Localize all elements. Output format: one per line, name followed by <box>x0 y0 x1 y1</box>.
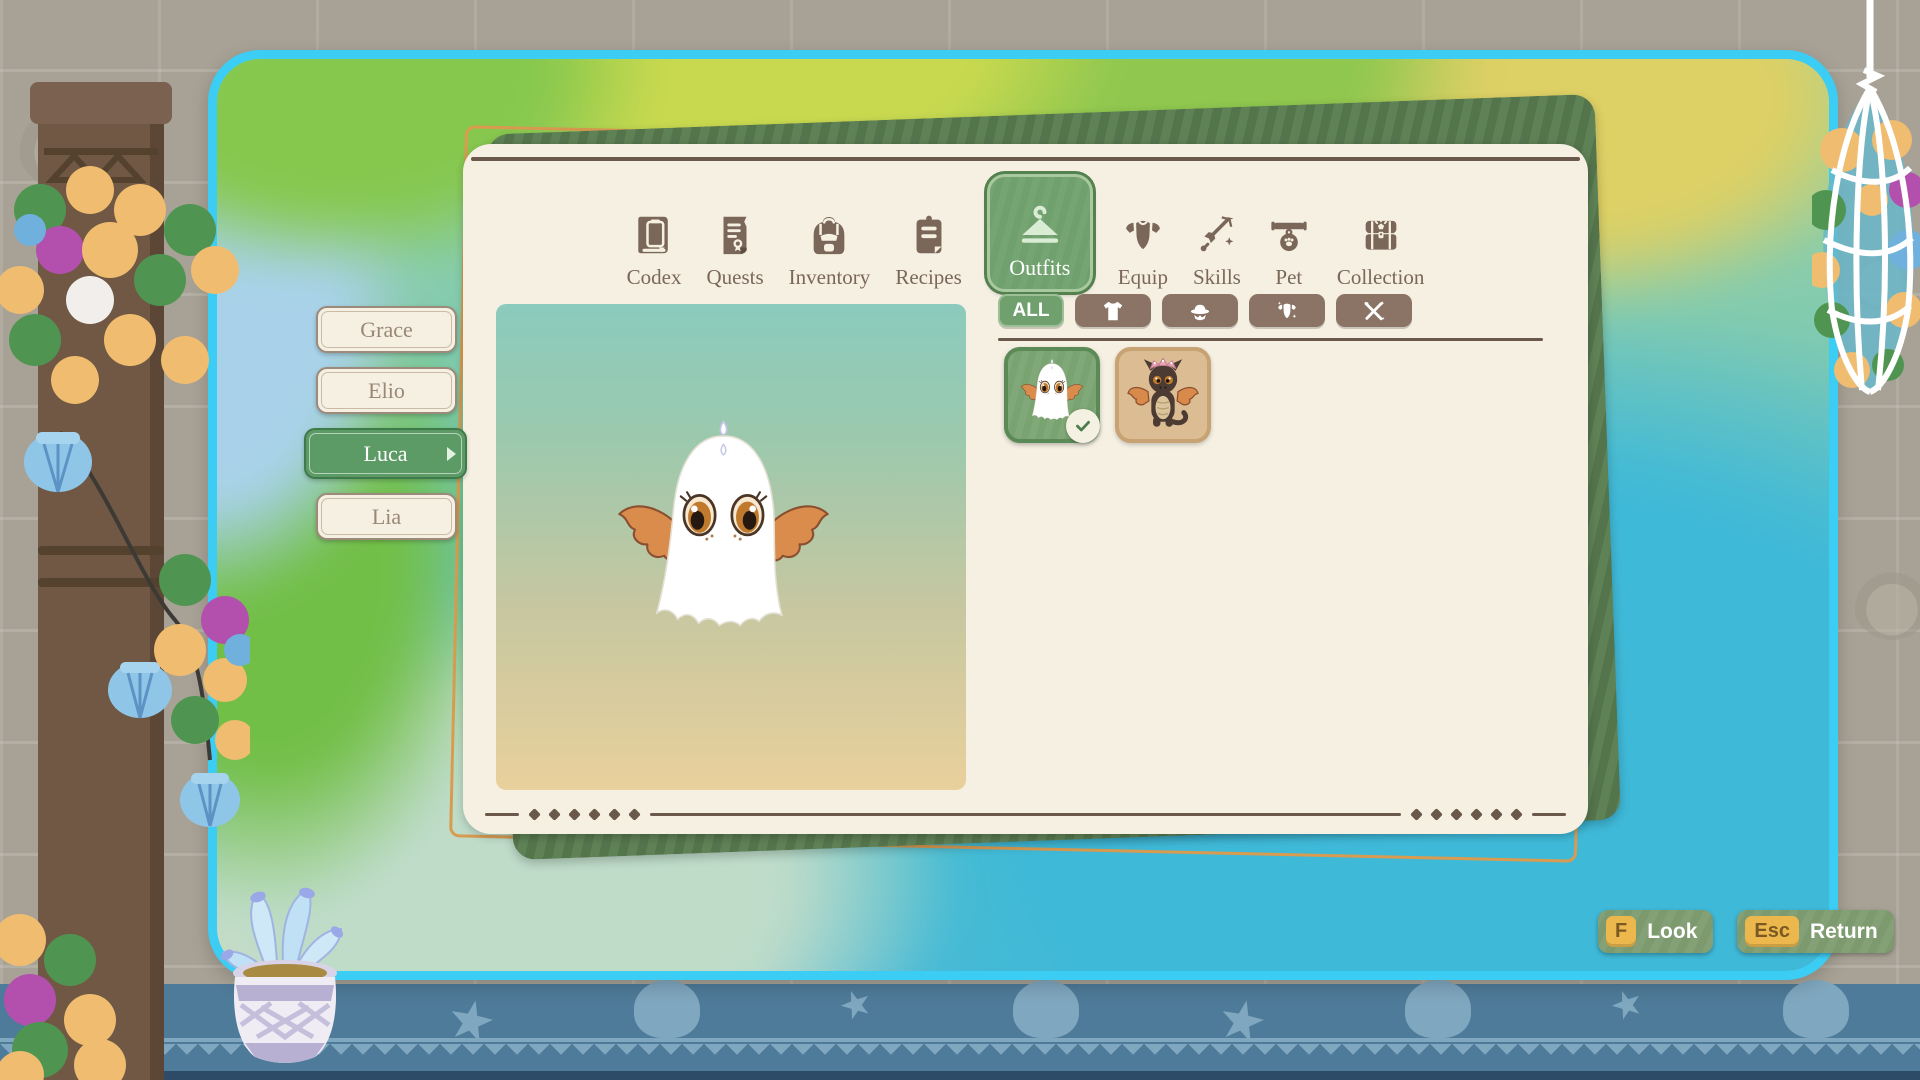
game-screen: { "tabs": { "items": [ { "label": "Codex… <box>0 0 1920 1080</box>
tab-quests[interactable]: Quests <box>706 212 763 292</box>
tab-label: Equip <box>1118 265 1168 290</box>
ghost-costume-character <box>599 412 849 662</box>
character-button-lia[interactable]: Lia <box>316 493 457 540</box>
coral-pot <box>205 885 365 1070</box>
filter-divider-rule <box>998 338 1543 341</box>
tab-inventory[interactable]: Inventory <box>789 212 871 292</box>
look-hint-button[interactable]: F Look <box>1598 910 1713 953</box>
shell-silhouette <box>1013 980 1079 1038</box>
tab-equip[interactable]: Equip <box>1118 212 1168 292</box>
backpack-icon <box>806 212 852 258</box>
key-hints: F Look Esc Return <box>1598 910 1894 953</box>
band-bottom-edge <box>0 1071 1920 1080</box>
character-button-elio[interactable]: Elio <box>316 367 457 414</box>
shell-lantern <box>180 773 240 827</box>
character-name: Grace <box>360 317 413 343</box>
character-preview <box>496 304 966 790</box>
hat-mask-icon <box>1187 298 1213 324</box>
tab-label: Skills <box>1193 265 1241 290</box>
treasure-chest-icon <box>1358 212 1404 258</box>
filter-armor-button[interactable] <box>1249 294 1325 327</box>
menu-panel-stack: Codex Quests <box>455 110 1600 870</box>
book-icon <box>631 212 677 258</box>
flower-cluster-mid <box>154 554 250 760</box>
checkmark-icon <box>1073 416 1093 436</box>
tab-collection[interactable]: Collection <box>1337 212 1425 292</box>
starfish-silhouette <box>1608 986 1646 1024</box>
armor-icon <box>1120 212 1166 258</box>
character-button-luca[interactable]: Luca <box>304 428 467 479</box>
shirt-icon <box>1100 298 1126 324</box>
tab-pet[interactable]: Pet <box>1266 212 1312 292</box>
menu-panel: Codex Quests <box>463 144 1588 834</box>
filter-tools-button[interactable] <box>1336 294 1412 327</box>
starfish-silhouette <box>837 986 875 1024</box>
outfit-slot-ghost[interactable] <box>1004 347 1100 443</box>
clipboard-icon <box>906 212 952 258</box>
character-name: Lia <box>372 504 401 530</box>
scroll-icon <box>712 212 758 258</box>
tab-outfits[interactable]: Outfits <box>987 174 1093 292</box>
tab-label: Codex <box>627 265 682 290</box>
tab-codex[interactable]: Codex <box>627 212 682 292</box>
return-hint-button[interactable]: Esc Return <box>1737 910 1893 953</box>
sword-icon <box>1194 212 1240 258</box>
character-name: Luca <box>364 441 408 467</box>
return-label: Return <box>1810 920 1878 944</box>
equipped-check-badge <box>1066 409 1100 443</box>
panel-bottom-rule <box>485 809 1566 819</box>
tab-label: Quests <box>706 265 763 290</box>
pet-collar-icon <box>1266 212 1312 258</box>
crossed-tools-icon <box>1361 298 1387 324</box>
tab-label: Outfits <box>1009 255 1070 281</box>
selected-character-arrow-icon <box>447 447 456 461</box>
filter-shirt-button[interactable] <box>1075 294 1151 327</box>
tab-recipes[interactable]: Recipes <box>895 212 961 292</box>
tab-label: Recipes <box>895 265 961 290</box>
character-name: Elio <box>368 378 405 404</box>
character-list: Grace Elio Luca Lia <box>316 306 496 554</box>
filter-hat-mask-button[interactable] <box>1162 294 1238 327</box>
tab-label: Inventory <box>789 265 871 290</box>
outfit-filter-bar: ALL <box>998 294 1412 327</box>
shell-silhouette <box>1783 980 1849 1038</box>
filter-all-button[interactable]: ALL <box>998 294 1064 327</box>
look-label: Look <box>1647 920 1697 944</box>
hanger-icon <box>1014 199 1066 251</box>
key-f: F <box>1606 916 1636 947</box>
hanging-flower-net <box>1812 0 1920 400</box>
menu-tab-bar: Codex Quests <box>463 160 1588 292</box>
outfit-grid <box>1004 347 1211 443</box>
shell-silhouette <box>634 980 700 1038</box>
dragon-costume-thumb <box>1123 353 1203 433</box>
tab-label: Collection <box>1337 265 1425 290</box>
shell-lantern <box>108 662 172 718</box>
armor-sparkle-icon <box>1274 298 1300 324</box>
tab-skills[interactable]: Skills <box>1193 212 1241 292</box>
key-esc: Esc <box>1745 916 1799 947</box>
shell-silhouette <box>1405 980 1471 1038</box>
shell-lantern <box>24 432 92 492</box>
tab-label: Pet <box>1275 265 1302 290</box>
character-button-grace[interactable]: Grace <box>316 306 457 353</box>
outfit-slot-dragon[interactable] <box>1115 347 1211 443</box>
